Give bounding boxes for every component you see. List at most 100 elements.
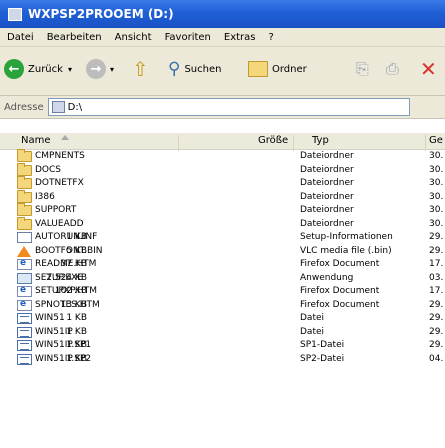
window-title: WXPSP2PROOEM (D:) [28,7,174,21]
forward-arrow-icon: → [86,59,106,79]
file-date: 30. [429,205,444,215]
generic-file-icon [17,353,32,365]
back-button[interactable]: ← Zurück ▾ [4,57,72,81]
setup-info-icon [17,232,32,243]
column-type[interactable]: Typ [312,135,329,146]
file-type: Dateiordner [300,151,354,161]
column-separator[interactable] [293,135,294,151]
menu-favoriten[interactable]: Favoriten [158,32,217,43]
address-field[interactable]: D:\ [47,98,410,116]
list-item[interactable]: DOTNETFX Dateiordner 30. [0,176,445,191]
list-item[interactable]: I386 Dateiordner 30. [0,189,445,205]
file-date: 29. [429,245,444,256]
list-item[interactable]: BOOTFONT.BIN 5 KB VLC media file (.bin) 29. [0,245,445,259]
forward-button[interactable]: → ▾ [86,57,114,81]
list-item[interactable]: WIN51IP 1 KB Datei 29. [0,326,445,340]
folders-button[interactable]: Ordner [248,57,307,81]
file-size: 1 KB [66,232,87,242]
list-item[interactable]: VALUEADD Dateiordner 30. [0,216,445,232]
file-name: I386 [35,191,55,202]
file-type: Anwendung [300,272,354,283]
list-item[interactable]: WIN51 1 KB Datei 29. [0,312,445,326]
file-size: 37 KB [60,259,87,269]
file-type: Dateiordner [300,191,354,202]
column-size[interactable]: Größe [258,135,288,146]
column-separator[interactable] [178,135,179,151]
file-type: Firefox Document [300,259,380,269]
toolbar: ← Zurück ▾ → ▾ ⇧ ⚲ Suchen Ordner ⎘ ⎙ ✕ [0,47,445,96]
list-item[interactable]: SETUPXP.HTM102 KBFirefox Document17. [0,285,445,299]
column-header: Name Größe Typ Ge [0,133,445,151]
forward-dropdown-icon[interactable]: ▾ [110,65,114,74]
file-name: VALUEADD [35,218,84,229]
file-date: 03. [429,272,444,283]
file-type: Dateiordner [300,205,354,215]
file-type: VLC media file (.bin) [300,245,392,256]
search-icon: ⚲ [168,59,181,79]
folder-icon [17,189,32,203]
list-item[interactable]: SUPPORT Dateiordner 30. [0,203,445,218]
list-item[interactable]: SETUP.EXE 2.524 KB Anwendung 03. [0,272,445,286]
file-date: 30. [429,191,444,202]
menu-extras[interactable]: Extras [217,32,262,43]
column-separator[interactable] [425,135,426,151]
folder-icon [17,149,32,162]
file-date: 04. [429,353,444,364]
menu-ansicht[interactable]: Ansicht [108,32,158,43]
file-name: WIN51 [35,313,65,323]
address-value: D:\ [67,101,83,113]
list-item[interactable]: DOCS Dateiordner 30. [0,162,445,178]
file-type: SP2-Datei [300,353,345,364]
folders-label: Ordner [272,63,307,75]
menu-datei[interactable]: Datei [0,32,40,43]
file-date: 30. [429,151,444,161]
address-label: Adresse [4,101,44,113]
generic-file-icon [17,340,32,351]
file-size: 5 KB [66,245,87,256]
file-type: Dateiordner [300,164,354,175]
folders-icon [248,61,268,77]
setup-exe-icon [17,272,32,284]
search-button[interactable]: ⚲ Suchen [168,57,221,81]
sort-arrow-icon [61,135,69,140]
folder-icon [17,176,32,189]
folder-up-icon: ⇧ [132,57,149,81]
copy-to-icon: ⎙ [386,59,399,78]
menu-help[interactable]: ? [262,32,280,43]
file-type: Dateiordner [300,218,354,229]
html-document-icon [17,299,32,311]
file-size: 102 KB [54,286,87,296]
address-bar: Adresse D:\ [0,96,445,119]
copy-to-button[interactable]: ⎙ [386,57,399,81]
column-date[interactable]: Ge [429,135,443,146]
file-size: 1 KB [66,353,87,364]
menu-bearbeiten[interactable]: Bearbeiten [40,32,108,43]
file-date: 30. [429,178,444,188]
file-date: 30. [429,164,444,175]
move-to-icon: ⎘ [356,59,369,78]
list-item[interactable]: CMPNENTS Dateiordner 30. [0,149,445,164]
file-type: Firefox Document [300,299,380,310]
file-size: 2.524 KB [46,272,87,283]
move-to-button[interactable]: ⎘ [356,57,369,81]
drive-icon [8,7,22,21]
file-size: 1 KB [66,340,87,350]
list-item[interactable]: WIN51IP.SP1 1 KB SP1-Datei 29. [0,339,445,353]
up-button[interactable]: ⇧ [132,57,149,81]
delete-button[interactable]: ✕ [420,57,437,81]
back-dropdown-icon[interactable]: ▾ [68,65,72,74]
list-item[interactable]: README.HTM37 KBFirefox Document17. [0,258,445,272]
file-type: Datei [300,313,325,323]
file-date: 29. [429,313,444,323]
list-item[interactable]: AUTORUN.INF 1 KB Setup-Informationen 29. [0,231,445,245]
column-name[interactable]: Name [21,135,51,146]
list-item[interactable]: SPNOTES.HTM13 KBFirefox Document29. [0,299,445,313]
file-date: 29. [429,326,444,337]
generic-file-icon [17,313,32,324]
file-type: Firefox Document [300,286,380,296]
file-type: Setup-Informationen [300,232,393,242]
back-arrow-icon: ← [4,59,24,79]
file-size: 1 KB [66,326,87,337]
title-bar[interactable]: WXPSP2PROOEM (D:) [0,0,445,28]
list-item[interactable]: WIN51IP.SP2 1 KB SP2-Datei 04. [0,353,445,367]
